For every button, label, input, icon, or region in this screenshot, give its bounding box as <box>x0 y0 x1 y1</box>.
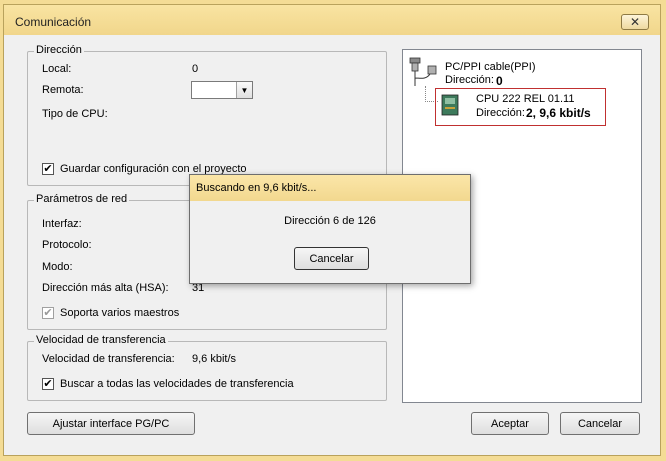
cpu-address-value: 2, 9,6 kbit/s <box>526 106 591 120</box>
remota-select[interactable]: ▼ <box>191 81 253 99</box>
close-button[interactable]: ✕ <box>621 14 649 30</box>
cancel-label: Cancelar <box>577 417 623 430</box>
search-all-checkbox[interactable]: ✔ <box>42 378 54 390</box>
search-cancel-button[interactable]: Cancelar <box>294 247 369 270</box>
cpu-label: CPU 222 REL 01.11 <box>476 93 575 105</box>
speed-value: 9,6 kbit/s <box>192 353 237 365</box>
check-icon: ✔ <box>43 307 53 319</box>
check-icon: ✔ <box>43 163 53 175</box>
speed-group: Velocidad de transferencia <box>27 334 387 401</box>
speed-label: Velocidad de transferencia: <box>42 353 175 365</box>
close-icon: ✕ <box>629 15 641 29</box>
search-all-label: Buscar a todas las velocidades de transf… <box>60 378 294 390</box>
chevron-down-icon[interactable]: ▼ <box>236 82 252 98</box>
speed-legend: Velocidad de transferencia <box>34 334 168 346</box>
local-label: Local: <box>42 63 72 75</box>
network-legend: Parámetros de red <box>34 193 130 205</box>
accept-button[interactable]: Aceptar <box>471 412 549 435</box>
check-icon: ✔ <box>43 378 53 390</box>
modo-label: Modo: <box>42 261 73 273</box>
local-value: 0 <box>192 63 199 75</box>
cable-address-label: Dirección: <box>445 74 494 86</box>
cpu-address-label: Dirección: <box>476 107 525 119</box>
direccion-legend: Dirección <box>34 44 84 56</box>
search-dialog-title: Buscando en 9,6 kbit/s... <box>196 182 317 194</box>
protocolo-label: Protocolo: <box>42 239 92 251</box>
cable-icon <box>409 57 437 86</box>
save-config-checkbox[interactable]: ✔ <box>42 163 54 175</box>
search-dialog-title-bar: Buscando en 9,6 kbit/s... <box>190 175 470 201</box>
interfaz-label: Interfaz: <box>42 218 82 230</box>
search-dialog: Buscando en 9,6 kbit/s... Dirección 6 de… <box>189 174 471 284</box>
cable-label[interactable]: PC/PPI cable(PPI) <box>445 61 535 73</box>
multi-master-checkbox[interactable]: ✔ <box>42 307 54 319</box>
title-bar: Comunicación ✕ <box>4 5 660 35</box>
accept-label: Aceptar <box>491 417 529 430</box>
cpu-type-label: Tipo de CPU: <box>42 108 108 120</box>
cable-address-value: 0 <box>496 74 503 88</box>
cpu-node[interactable]: CPU 222 REL 01.11 Dirección: 2, 9,6 kbit… <box>435 88 606 126</box>
plc-cpu-icon <box>441 94 459 116</box>
window-title: Comunicación <box>15 15 92 29</box>
hsa-label: Dirección más alta (HSA): <box>42 282 169 294</box>
adjust-interface-label: Ajustar interface PG/PC <box>52 417 170 430</box>
cancel-button[interactable]: Cancelar <box>560 412 640 435</box>
adjust-interface-button[interactable]: Ajustar interface PG/PC <box>27 412 195 435</box>
multi-master-label: Soporta varios maestros <box>60 307 180 319</box>
search-status: Dirección 6 de 126 <box>284 215 376 227</box>
remota-label: Remota: <box>42 84 84 96</box>
search-cancel-label: Cancelar <box>309 252 354 265</box>
